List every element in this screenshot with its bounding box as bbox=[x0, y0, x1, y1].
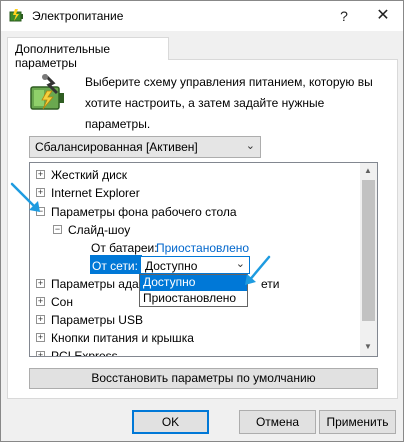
expand-icon[interactable]: + bbox=[36, 170, 45, 179]
on-ac-select[interactable]: Доступно ⌄ bbox=[140, 256, 250, 274]
chevron-down-icon: ⌄ bbox=[245, 140, 255, 152]
scroll-up-icon[interactable]: ▲ bbox=[364, 166, 372, 175]
apply-button[interactable]: Применить bbox=[319, 410, 396, 434]
scroll-down-icon[interactable]: ▼ bbox=[364, 342, 372, 351]
cancel-button[interactable]: Отмена bbox=[239, 410, 316, 434]
tree-item-slideshow[interactable]: − Слайд-шоу bbox=[30, 221, 360, 240]
on-battery-value[interactable]: Приостановлено bbox=[156, 241, 249, 255]
expand-icon[interactable]: + bbox=[36, 297, 45, 306]
power-plan-select[interactable]: Сбалансированная [Активен] ⌄ bbox=[29, 136, 261, 158]
tree-item-power-buttons[interactable]: + Кнопки питания и крышка bbox=[30, 329, 360, 348]
tree-item-label: Жесткий диск bbox=[51, 168, 128, 182]
ok-button[interactable]: OK bbox=[132, 410, 209, 434]
settings-tree[interactable]: + Жесткий диск + Internet Explorer − Пар… bbox=[29, 162, 378, 357]
restore-defaults-button[interactable]: Восстановить параметры по умолчанию bbox=[29, 368, 378, 389]
power-options-window: Электропитание ? ✕ Дополнительные параме… bbox=[0, 0, 404, 442]
close-button[interactable]: ✕ bbox=[363, 1, 403, 31]
tab-advanced-settings[interactable]: Дополнительные параметры bbox=[7, 37, 169, 70]
battery-settings-icon bbox=[30, 73, 64, 110]
tree-item-usb[interactable]: + Параметры USB bbox=[30, 311, 360, 330]
dropdown-option-available[interactable]: Доступно bbox=[140, 275, 247, 291]
collapse-icon[interactable]: − bbox=[53, 225, 62, 234]
title-bar: Электропитание ? ✕ bbox=[1, 1, 403, 31]
tab-label: Дополнительные параметры bbox=[15, 42, 110, 70]
tree-item-label: Параметры фона рабочего стола bbox=[51, 205, 237, 219]
expand-icon[interactable]: + bbox=[36, 351, 45, 356]
power-battery-icon bbox=[9, 9, 23, 22]
annotation-arrow-icon bbox=[10, 182, 40, 212]
tree-item-label: Слайд-шоу bbox=[68, 223, 131, 237]
expand-icon[interactable]: + bbox=[36, 279, 45, 288]
tree-item-pci-express[interactable]: + PCI Express bbox=[30, 347, 360, 357]
tree-item-label: Сон bbox=[51, 295, 73, 309]
tree-item-label: Параметры ада bbox=[51, 277, 139, 291]
tree-item-hard-disk[interactable]: + Жесткий диск bbox=[30, 166, 360, 185]
tree-item-desktop-background[interactable]: − Параметры фона рабочего стола bbox=[30, 203, 360, 222]
expand-icon[interactable]: + bbox=[36, 333, 45, 342]
on-ac-value: Доступно bbox=[145, 259, 198, 273]
tree-item-label: PCI Express bbox=[51, 349, 118, 357]
power-plan-value: Сбалансированная [Активен] bbox=[35, 140, 198, 154]
tree-item-label: Кнопки питания и крышка bbox=[51, 331, 194, 345]
on-battery-label: От батареи: bbox=[91, 241, 158, 255]
scroll-thumb[interactable] bbox=[362, 180, 375, 321]
dropdown-option-paused[interactable]: Приостановлено bbox=[140, 291, 247, 307]
expand-icon[interactable]: + bbox=[36, 315, 45, 324]
help-button[interactable]: ? bbox=[331, 5, 357, 27]
on-ac-label: От сети: bbox=[92, 259, 138, 273]
window-title: Электропитание bbox=[32, 9, 124, 23]
tree-scrollbar[interactable]: ▲ ▼ bbox=[360, 163, 377, 356]
on-ac-dropdown-list[interactable]: Доступно Приостановлено bbox=[139, 274, 248, 307]
annotation-arrow-icon bbox=[245, 255, 271, 285]
tree-item-internet-explorer[interactable]: + Internet Explorer bbox=[30, 184, 360, 203]
tree-item-label: Параметры USB bbox=[51, 313, 143, 327]
tree-item-label: Internet Explorer bbox=[51, 186, 140, 200]
description-text: Выберите схему управления питанием, кото… bbox=[85, 75, 373, 131]
